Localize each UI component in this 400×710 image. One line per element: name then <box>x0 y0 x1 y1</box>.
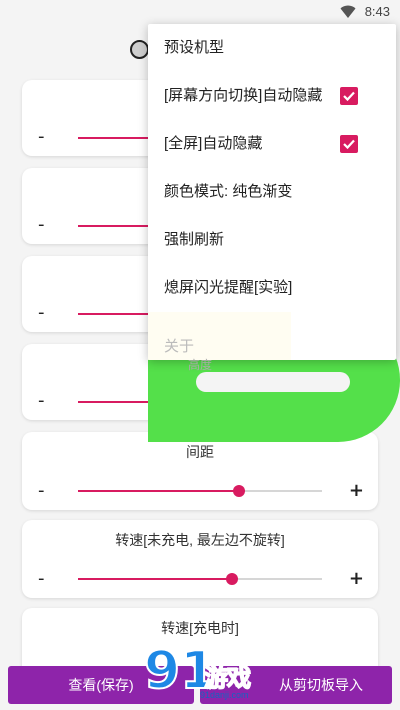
card-title: 间距 <box>186 444 214 460</box>
decrease-button[interactable]: - <box>38 302 45 323</box>
card-title-height: 高度 <box>188 358 213 372</box>
menu-item-color-mode[interactable]: 颜色模式: 纯色渐变 <box>148 168 396 216</box>
slider-fill <box>78 578 232 580</box>
preview-bar <box>196 372 350 392</box>
slider-track[interactable] <box>78 485 322 497</box>
status-bar: 8:43 <box>0 0 400 24</box>
slider-thumb[interactable] <box>233 485 246 497</box>
increase-button[interactable]: + <box>349 480 364 501</box>
menu-item-rotation-autohide[interactable]: [屏幕方向切换]自动隐藏 <box>148 72 396 120</box>
card-title: 转速[未充电, 最左边不旋转] <box>115 532 285 548</box>
slider-fill <box>78 490 240 492</box>
check-icon <box>343 91 355 102</box>
wifi-icon <box>340 5 356 18</box>
slider-card-speed-uncharged: 转速[未充电, 最左边不旋转] - + <box>22 520 378 598</box>
decrease-button[interactable]: - <box>38 480 45 501</box>
decrease-button[interactable]: - <box>38 390 45 411</box>
decrease-button[interactable]: - <box>38 214 45 235</box>
slider-card-spacing: 间距 - + <box>22 432 378 510</box>
status-time: 8:43 <box>364 4 390 19</box>
increase-button[interactable]: + <box>349 568 364 589</box>
decrease-button[interactable]: - <box>38 568 45 589</box>
menu-item-label: [屏幕方向切换]自动隐藏 <box>164 87 323 104</box>
menu-item-about-label: 关于 <box>164 337 195 355</box>
menu-item-fullscreen-autohide[interactable]: [全屏]自动隐藏 <box>148 120 396 168</box>
menu-item-label: [全屏]自动隐藏 <box>164 135 263 152</box>
decrease-button[interactable]: - <box>38 126 45 147</box>
slider-thumb[interactable] <box>225 573 238 585</box>
check-icon <box>343 139 355 150</box>
preview-circle <box>130 40 149 59</box>
menu-item-force-refresh[interactable]: 强制刷新 <box>148 216 396 264</box>
menu-item-preset-model[interactable]: 预设机型 <box>148 24 396 72</box>
menu-item-screen-off-flash[interactable]: 熄屏闪光提醒[实验] <box>148 264 396 312</box>
watermark-sub: 91danji.com <box>200 690 249 700</box>
checkbox-checked[interactable] <box>340 87 358 105</box>
slider-track[interactable] <box>78 573 322 585</box>
overflow-menu: 预设机型 [屏幕方向切换]自动隐藏 [全屏]自动隐藏 颜色模式: 纯色渐变 强制… <box>148 24 396 372</box>
checkbox-checked[interactable] <box>340 135 358 153</box>
watermark-text: 游戏 <box>203 663 252 693</box>
